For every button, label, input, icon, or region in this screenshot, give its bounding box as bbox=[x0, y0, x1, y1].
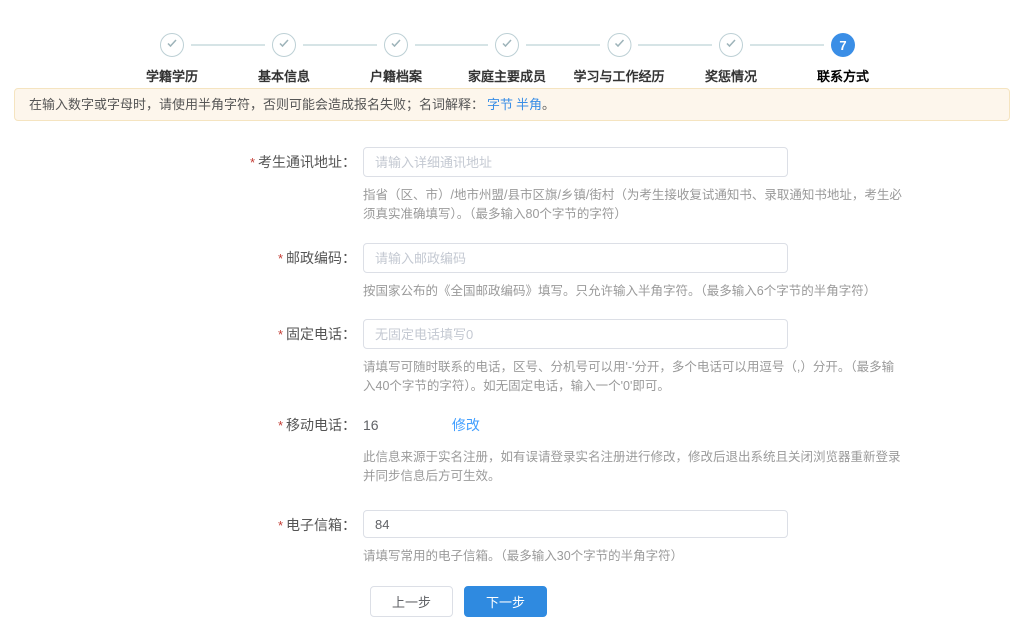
email-help: 请填写常用的电子信箱。（最多输入30个字节的半角字符） bbox=[363, 547, 903, 566]
stepper-step-4: 家庭主要成员 bbox=[468, 33, 546, 85]
landline-help: 请填写可随时联系的电话，区号、分机号可以用'-'分开，多个电话可以用逗号（,）分… bbox=[363, 358, 903, 396]
landline-input[interactable] bbox=[363, 319, 788, 349]
step-done-circle bbox=[384, 33, 408, 57]
step-done-circle bbox=[607, 33, 631, 57]
step-active-circle: 7 bbox=[831, 33, 855, 57]
glossary-link-halfwidth[interactable]: 半角 bbox=[516, 97, 542, 112]
stepper: 学籍学历 基本信息 户籍档案 家庭主要成员 学习与工作经历 bbox=[0, 0, 1024, 88]
check-icon bbox=[166, 36, 178, 54]
stepper-step-7-current: 7 联系方式 bbox=[817, 33, 869, 85]
mobile-help: 此信息来源于实名注册，如有误请登录实名注册进行修改，修改后退出系统且关闭浏览器重… bbox=[363, 448, 903, 486]
field-row-email: *电子信箱： 请填写常用的电子信箱。（最多输入30个字节的半角字符） bbox=[0, 510, 1024, 566]
address-input[interactable] bbox=[363, 147, 788, 177]
step-number: 7 bbox=[839, 38, 846, 53]
notice-suffix: 。 bbox=[542, 97, 555, 112]
mobile-label: *移动电话： bbox=[0, 415, 356, 436]
stepper-step-2: 基本信息 bbox=[258, 33, 310, 85]
registration-contact-page: 学籍学历 基本信息 户籍档案 家庭主要成员 学习与工作经历 bbox=[0, 0, 1024, 630]
check-icon bbox=[501, 36, 513, 54]
stepper-step-5: 学习与工作经历 bbox=[573, 33, 664, 85]
next-step-button[interactable]: 下一步 bbox=[464, 586, 547, 617]
field-row-address: *考生通讯地址： 指省（区、市）/地市州盟/县市区旗/乡镇/街村（为考生接收复试… bbox=[0, 147, 1024, 224]
address-help: 指省（区、市）/地市州盟/县市区旗/乡镇/街村（为考生接收复试通知书、录取通知书… bbox=[363, 186, 903, 224]
stepper-step-6: 奖惩情况 bbox=[705, 33, 757, 85]
stepper-step-label: 学习与工作经历 bbox=[573, 66, 664, 85]
required-asterisk: * bbox=[278, 251, 283, 266]
field-row-postcode: *邮政编码： 按国家公布的《全国邮政编码》填写。只允许输入半角字符。（最多输入6… bbox=[0, 243, 1024, 301]
field-row-landline: *固定电话： 请填写可随时联系的电话，区号、分机号可以用'-'分开，多个电话可以… bbox=[0, 319, 1024, 396]
field-row-mobile: *移动电话： 16 修改 此信息来源于实名注册，如有误请登录实名注册进行修改，修… bbox=[0, 415, 1024, 486]
check-icon bbox=[613, 36, 625, 54]
mobile-modify-link[interactable]: 修改 bbox=[452, 417, 480, 433]
stepper-step-label: 奖惩情况 bbox=[705, 66, 757, 85]
postcode-label: *邮政编码： bbox=[0, 243, 356, 274]
address-label: *考生通讯地址： bbox=[0, 147, 356, 178]
step-done-circle bbox=[160, 33, 184, 57]
notice-text: 在输入数字或字母时，请使用半角字符，否则可能会造成报名失败；名词解释： bbox=[29, 97, 484, 112]
glossary-link-byte[interactable]: 字节 bbox=[487, 97, 513, 112]
stepper-step-label: 家庭主要成员 bbox=[468, 66, 546, 85]
check-icon bbox=[725, 36, 737, 54]
postcode-help: 按国家公布的《全国邮政编码》填写。只允许输入半角字符。（最多输入6个字节的半角字… bbox=[363, 282, 903, 301]
step-done-circle bbox=[272, 33, 296, 57]
previous-step-button[interactable]: 上一步 bbox=[370, 586, 453, 617]
stepper-step-label: 联系方式 bbox=[817, 66, 869, 85]
landline-label: *固定电话： bbox=[0, 319, 356, 350]
required-asterisk: * bbox=[278, 327, 283, 342]
stepper-step-label: 户籍档案 bbox=[370, 66, 422, 85]
step-done-circle bbox=[495, 33, 519, 57]
form-actions: 上一步 下一步 bbox=[370, 586, 1024, 617]
stepper-step-1: 学籍学历 bbox=[146, 33, 198, 85]
required-asterisk: * bbox=[278, 518, 283, 533]
stepper-step-label: 学籍学历 bbox=[146, 66, 198, 85]
email-input[interactable] bbox=[363, 510, 788, 538]
required-asterisk: * bbox=[250, 155, 255, 170]
step-connector bbox=[750, 44, 824, 46]
step-connector bbox=[191, 44, 265, 46]
contact-form: *考生通讯地址： 指省（区、市）/地市州盟/县市区旗/乡镇/街村（为考生接收复试… bbox=[0, 147, 1024, 617]
stepper-step-3: 户籍档案 bbox=[370, 33, 422, 85]
step-connector bbox=[303, 44, 377, 46]
mobile-value: 16 bbox=[363, 415, 448, 435]
email-label: *电子信箱： bbox=[0, 510, 356, 541]
check-icon bbox=[278, 36, 290, 54]
stepper-step-label: 基本信息 bbox=[258, 66, 310, 85]
step-done-circle bbox=[719, 33, 743, 57]
required-asterisk: * bbox=[278, 418, 283, 433]
check-icon bbox=[390, 36, 402, 54]
halfwidth-notice-bar: 在输入数字或字母时，请使用半角字符，否则可能会造成报名失败；名词解释：字节半角。 bbox=[14, 88, 1010, 121]
postcode-input[interactable] bbox=[363, 243, 788, 273]
